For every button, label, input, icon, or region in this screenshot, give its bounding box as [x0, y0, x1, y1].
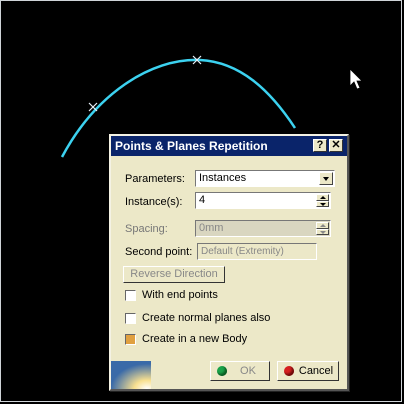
- sun-logo-icon: [111, 361, 151, 389]
- with-end-points-label: With end points: [142, 289, 218, 301]
- dialog-titlebar[interactable]: Points & Planes Repetition ? ✕: [111, 136, 347, 156]
- close-icon: ✕: [331, 139, 341, 151]
- points-planes-repetition-dialog: Points & Planes Repetition ? ✕ Parameter…: [109, 134, 349, 391]
- instances-spinner[interactable]: [316, 194, 329, 207]
- second-point-label: Second point:: [125, 246, 193, 258]
- with-end-points-checkbox[interactable]: [125, 290, 136, 301]
- second-point-value: Default (Extremity): [201, 246, 284, 257]
- cancel-button[interactable]: Cancel: [277, 361, 339, 381]
- spin-down-icon[interactable]: [316, 201, 329, 207]
- parameters-dropdown[interactable]: Instances: [195, 170, 335, 187]
- spacing-value: 0mm: [199, 222, 224, 234]
- close-button[interactable]: ✕: [329, 139, 343, 152]
- instances-input[interactable]: 4: [195, 192, 331, 209]
- ok-label: OK: [240, 365, 256, 377]
- second-point-field[interactable]: Default (Extremity): [197, 243, 317, 260]
- 3d-viewport[interactable]: Points & Planes Repetition ? ✕ Parameter…: [0, 0, 404, 404]
- instances-value: 4: [199, 194, 206, 206]
- cancel-label: Cancel: [298, 365, 334, 377]
- create-in-new-body-checkbox[interactable]: [125, 334, 136, 345]
- help-icon: ?: [316, 139, 324, 151]
- spacing-label: Spacing:: [125, 223, 168, 235]
- spin-down-icon[interactable]: [316, 229, 329, 235]
- reverse-direction-button[interactable]: Reverse Direction: [123, 266, 225, 283]
- ok-icon: [217, 366, 227, 376]
- help-button[interactable]: ?: [313, 139, 327, 152]
- create-normal-planes-label: Create normal planes also: [142, 312, 271, 324]
- spin-up-icon[interactable]: [316, 222, 329, 229]
- instances-label: Instance(s):: [125, 196, 183, 208]
- spin-up-icon[interactable]: [316, 194, 329, 201]
- ok-button[interactable]: OK: [210, 361, 270, 381]
- spacing-input[interactable]: 0mm: [195, 220, 331, 237]
- cancel-icon: [284, 366, 294, 376]
- spacing-spinner[interactable]: [316, 222, 329, 235]
- create-in-new-body-label: Create in a new Body: [142, 333, 248, 345]
- parameters-label: Parameters:: [125, 173, 185, 185]
- dialog-title: Points & Planes Repetition: [115, 139, 268, 153]
- reverse-direction-label: Reverse Direction: [130, 268, 218, 280]
- create-normal-planes-checkbox[interactable]: [125, 313, 136, 324]
- chevron-down-icon[interactable]: [319, 172, 333, 185]
- parameters-value: Instances: [199, 172, 247, 184]
